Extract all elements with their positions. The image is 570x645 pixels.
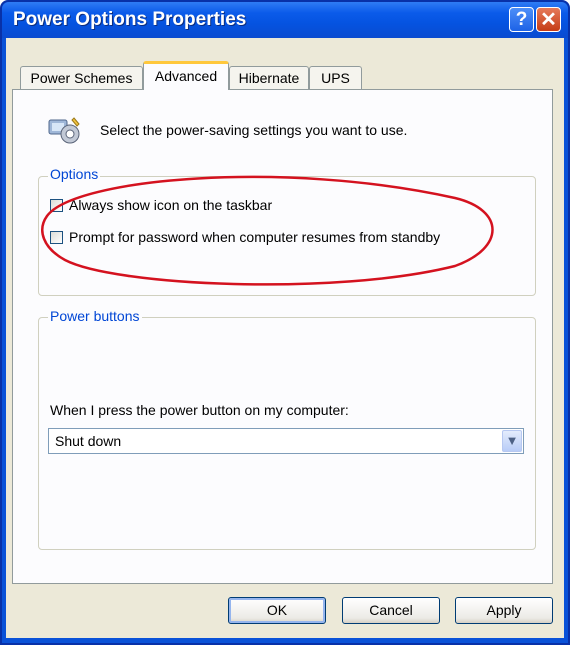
question-mark-icon: ?	[515, 9, 528, 30]
always-show-icon-checkbox[interactable]	[50, 198, 63, 212]
power-button-action-value: Shut down	[55, 433, 122, 449]
always-show-icon-checkbox-row[interactable]: Always show icon on the taskbar	[50, 197, 272, 213]
always-show-icon-label[interactable]: Always show icon on the taskbar	[69, 197, 272, 213]
title-bar[interactable]: Power Options Properties ? ✕	[2, 2, 568, 38]
prompt-password-label[interactable]: Prompt for password when computer resume…	[69, 229, 440, 245]
power-buttons-legend: Power buttons	[48, 308, 142, 324]
power-button-action-dropdown[interactable]: Shut down ▼	[48, 428, 524, 454]
apply-button[interactable]: Apply	[455, 597, 553, 624]
power-settings-icon	[48, 117, 80, 144]
close-icon: ✕	[540, 9, 557, 31]
dropdown-arrow-button[interactable]: ▼	[502, 430, 522, 452]
ok-button[interactable]: OK	[228, 597, 326, 624]
tab-hibernate[interactable]: Hibernate	[229, 66, 309, 90]
tab-ups[interactable]: UPS	[309, 66, 362, 90]
tab-power-schemes[interactable]: Power Schemes	[20, 66, 143, 90]
intro-text: Select the power-saving settings you wan…	[100, 122, 408, 138]
cancel-button[interactable]: Cancel	[342, 597, 440, 624]
help-button[interactable]: ?	[509, 7, 534, 32]
prompt-password-checkbox-row[interactable]: Prompt for password when computer resume…	[50, 229, 440, 245]
chevron-down-icon: ▼	[505, 433, 519, 448]
power-button-prompt: When I press the power button on my comp…	[50, 402, 349, 418]
options-legend: Options	[48, 166, 101, 182]
tab-advanced[interactable]: Advanced	[143, 61, 229, 90]
prompt-password-checkbox[interactable]	[50, 230, 63, 244]
window-title: Power Options Properties	[13, 9, 247, 30]
close-button[interactable]: ✕	[536, 7, 561, 32]
